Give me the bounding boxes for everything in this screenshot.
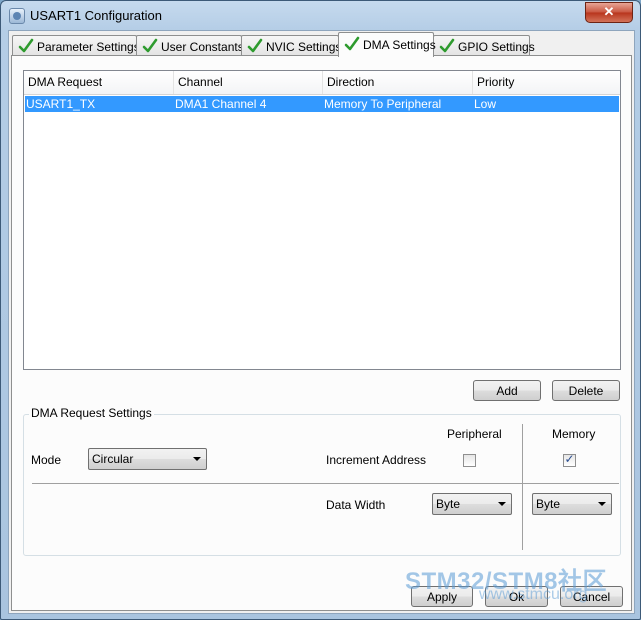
column-divider xyxy=(522,424,523,550)
peripheral-header: Peripheral xyxy=(447,427,502,441)
increment-address-label: Increment Address xyxy=(326,453,427,467)
cell-channel: DMA1 Channel 4 xyxy=(175,97,267,111)
dma-request-table[interactable]: DMA Request Channel Direction Priority U… xyxy=(23,70,621,370)
memory-data-width-value: Byte xyxy=(536,497,561,511)
close-button[interactable]: ✕ xyxy=(585,2,633,23)
peripheral-data-width-value: Byte xyxy=(436,497,461,511)
check-icon xyxy=(247,38,263,53)
tab-label: Parameter Settings xyxy=(37,40,140,54)
check-icon xyxy=(439,38,455,53)
table-header: DMA Request Channel Direction Priority xyxy=(24,71,620,95)
tab-user-constants[interactable]: User Constants xyxy=(136,35,244,56)
chevron-down-icon xyxy=(598,502,606,506)
tab-label: DMA Settings xyxy=(363,38,436,52)
table-row[interactable]: USART1_TX DMA1 Channel 4 Memory To Perip… xyxy=(25,96,619,112)
group-legend: DMA Request Settings xyxy=(29,406,154,420)
dma-request-settings-group xyxy=(23,414,621,556)
mode-label: Mode xyxy=(31,453,62,467)
mode-select-value: Circular xyxy=(92,452,134,466)
tab-parameter-settings[interactable]: Parameter Settings xyxy=(12,35,140,56)
dma-settings-panel: DMA Request Channel Direction Priority U… xyxy=(11,55,632,611)
mode-select[interactable]: Circular xyxy=(88,448,207,470)
add-button[interactable]: Add xyxy=(473,380,541,401)
cell-dma-request: USART1_TX xyxy=(26,97,96,111)
title-bar[interactable]: USART1 Configuration ✕ xyxy=(1,1,640,29)
column-header-direction[interactable]: Direction xyxy=(323,71,473,94)
separator-line xyxy=(32,483,619,484)
chevron-down-icon xyxy=(498,502,506,506)
tab-label: GPIO Settings xyxy=(458,40,535,54)
column-header-channel[interactable]: Channel xyxy=(174,71,323,94)
tab-nvic-settings[interactable]: NVIC Settings xyxy=(241,35,342,56)
cell-direction: Memory To Peripheral xyxy=(324,97,442,111)
dialog-window: USART1 Configuration ✕ Parameter Setting… xyxy=(0,0,641,620)
column-header-priority[interactable]: Priority xyxy=(473,71,620,94)
check-icon xyxy=(142,38,158,53)
dialog-client: Parameter Settings User Constants NVIC S… xyxy=(8,30,635,614)
app-icon xyxy=(9,8,25,24)
tab-label: User Constants xyxy=(161,40,244,54)
column-header-dma-request[interactable]: DMA Request xyxy=(24,71,174,94)
watermark-url: www.stmcu.org xyxy=(479,586,588,603)
tab-dma-settings[interactable]: DMA Settings xyxy=(338,32,436,57)
memory-data-width-select[interactable]: Byte xyxy=(532,493,612,515)
window-title: USART1 Configuration xyxy=(30,8,162,23)
chevron-down-icon xyxy=(193,457,201,461)
checkmark-icon: ✓ xyxy=(564,452,575,466)
data-width-label: Data Width xyxy=(326,498,386,512)
memory-header: Memory xyxy=(552,427,596,441)
peripheral-increment-checkbox[interactable] xyxy=(463,454,476,467)
tab-label: NVIC Settings xyxy=(266,40,342,54)
memory-increment-checkbox[interactable]: ✓ xyxy=(563,452,576,467)
check-icon xyxy=(344,36,360,51)
tab-gpio-settings[interactable]: GPIO Settings xyxy=(433,35,535,56)
peripheral-data-width-select[interactable]: Byte xyxy=(432,493,512,515)
delete-button[interactable]: Delete xyxy=(552,380,620,401)
check-icon xyxy=(18,38,34,53)
cell-priority: Low xyxy=(474,97,497,111)
